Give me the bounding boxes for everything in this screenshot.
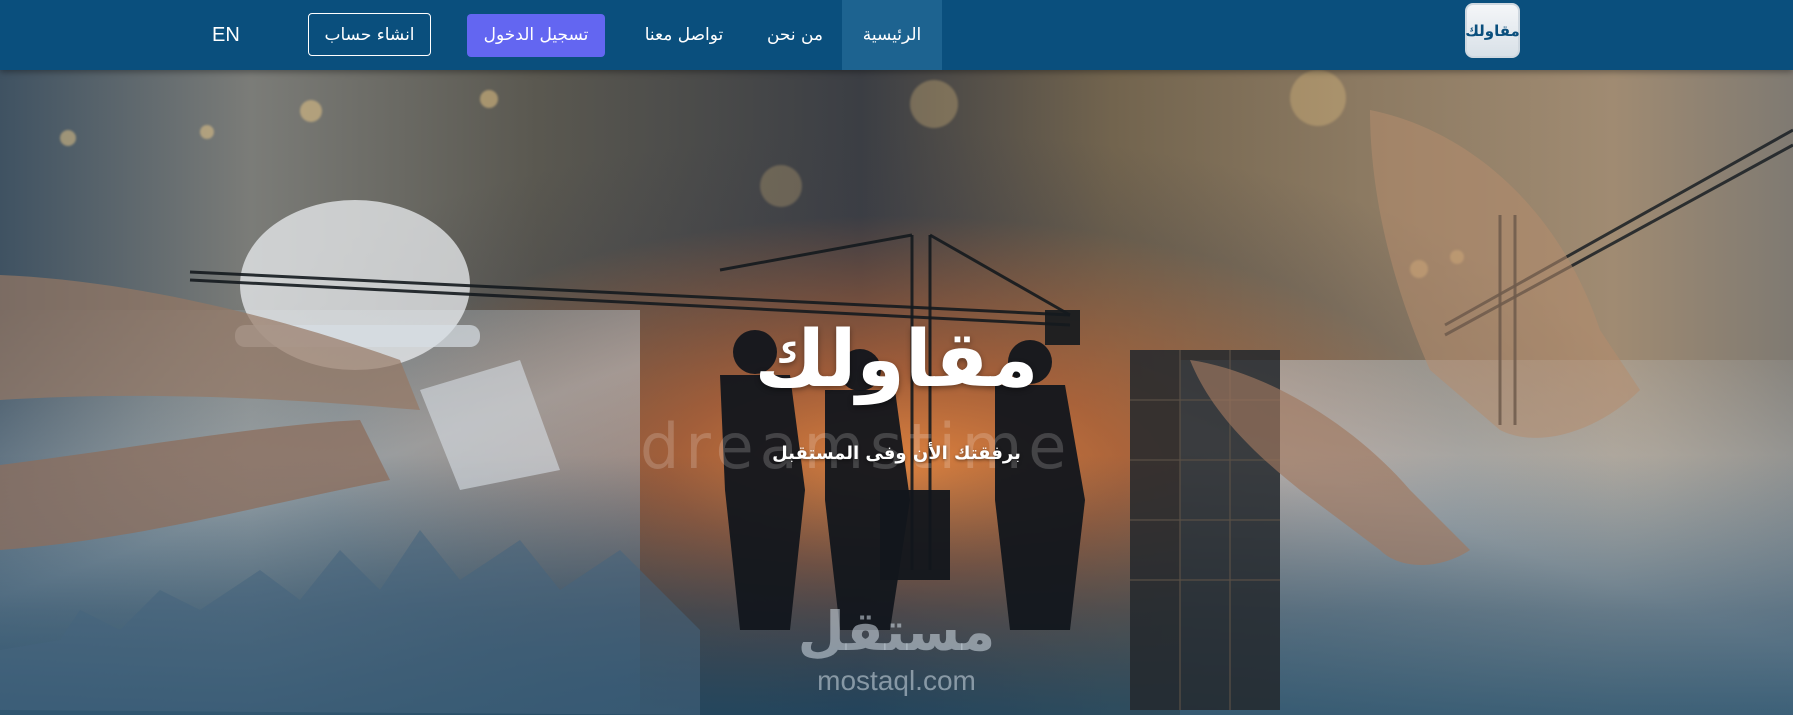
- nav-item-about[interactable]: من نحن: [760, 0, 830, 70]
- nav-item-contact[interactable]: تواصل معنا: [636, 0, 732, 70]
- nav-item-home[interactable]: الرئيسية: [842, 0, 942, 70]
- logo-text: مقاولك: [1465, 21, 1520, 40]
- top-navbar: مقاولك الرئيسية من نحن تواصل معنا تسجيل …: [0, 0, 1793, 70]
- hero-banner: dreamstime مقاولك برفقتك الأن وفى المستق…: [0, 70, 1793, 715]
- register-button[interactable]: انشاء حساب: [308, 13, 431, 56]
- hero-title: مقاولك: [754, 315, 1039, 405]
- site-watermark-url: mostaql.com: [817, 665, 976, 696]
- language-toggle[interactable]: EN: [212, 0, 240, 70]
- brand-logo[interactable]: مقاولك: [1465, 3, 1520, 58]
- arm-shape: [0, 420, 390, 550]
- hero-subtitle: برفقتك الأن وفى المستقبل: [772, 443, 1021, 464]
- site-watermark-arabic: مستقل: [797, 600, 996, 663]
- login-button[interactable]: تسجيل الدخول: [467, 14, 605, 57]
